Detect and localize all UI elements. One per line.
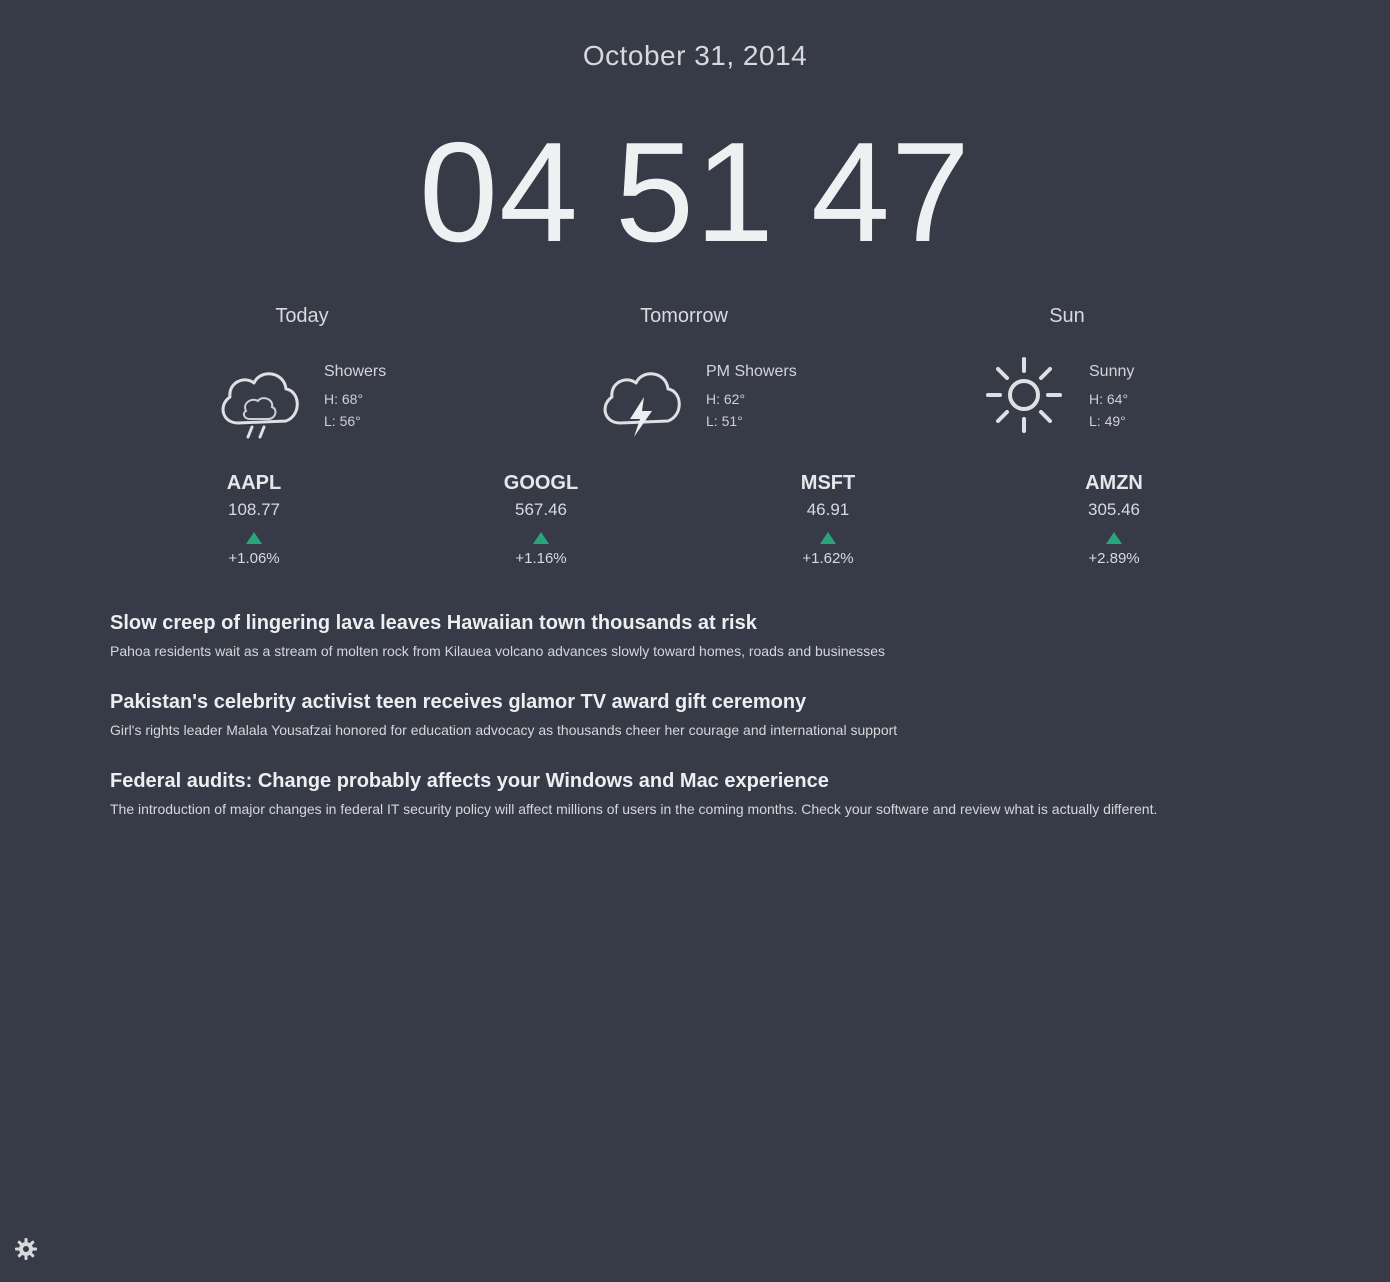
stock-price: 305.46 xyxy=(1088,500,1140,519)
stock-symbol: AAPL xyxy=(226,472,282,494)
stock-change: +2.89% xyxy=(1088,550,1140,567)
stock-symbol: MSFT xyxy=(800,472,856,494)
clock-hours: 04 xyxy=(419,113,580,272)
news-item[interactable]: Slow creep of lingering lava leaves Hawa… xyxy=(110,612,1290,659)
forecast-day-label: Sun xyxy=(1049,305,1085,327)
news-headline[interactable]: Pakistan's celebrity activist teen recei… xyxy=(110,691,1290,714)
stock-ticker-googl: GOOGL 567.46 +1.16% xyxy=(476,472,606,567)
forecast-condition: Sunny xyxy=(1089,363,1135,380)
forecast-low: L: 49° xyxy=(1089,413,1126,429)
forecast-day-label: Today xyxy=(275,305,329,327)
stock-ticker-aapl: AAPL 108.77 +1.06% xyxy=(189,472,319,567)
news-summary: Pahoa residents wait as a stream of molt… xyxy=(110,643,886,659)
forecast-day-label: Tomorrow xyxy=(640,305,728,327)
arrow-up-icon xyxy=(246,532,262,544)
stock-price: 108.77 xyxy=(228,500,280,519)
forecast-tomorrow: Tomorrow PM Showers H: 62° L: 51° xyxy=(564,305,804,445)
gear-icon[interactable] xyxy=(14,1237,38,1261)
clock-minutes: 51 xyxy=(615,113,775,272)
news-summary: Girl's rights leader Malala Yousafzai ho… xyxy=(110,722,898,738)
thunderstorm-cloud-icon xyxy=(603,372,681,437)
forecast-high: H: 62° xyxy=(706,391,746,407)
news-item[interactable]: Pakistan's celebrity activist teen recei… xyxy=(110,691,1290,738)
stock-change: +1.06% xyxy=(228,550,280,567)
clock: 04 51 47 xyxy=(0,118,1390,268)
stock-ticker-msft: MSFT 46.91 +1.62% xyxy=(763,472,893,567)
stock-symbol: GOOGL xyxy=(503,472,579,494)
news-headline[interactable]: Slow creep of lingering lava leaves Hawa… xyxy=(110,612,1290,635)
arrow-up-icon xyxy=(533,532,549,544)
smart-mirror-dashboard: October 31, 2014 04 51 47 Today Showers H:… xyxy=(0,0,1390,1282)
forecast-sun: Sun Sunny H: 64° L: 49° xyxy=(947,305,1187,445)
stock-change: +1.62% xyxy=(802,550,854,567)
stock-ticker-amzn: AMZN 305.46 +2.89% xyxy=(1049,472,1179,567)
forecast-low: L: 51° xyxy=(706,413,743,429)
forecast-condition: Showers xyxy=(324,363,387,380)
news-item[interactable]: Federal audits: Change probably affects … xyxy=(110,770,1290,817)
news-headline[interactable]: Federal audits: Change probably affects … xyxy=(110,770,1290,793)
rain-cloud-icon xyxy=(221,372,299,439)
clock-seconds: 47 xyxy=(810,113,971,272)
current-date: October 31, 2014 xyxy=(582,40,808,71)
forecast-low: L: 56° xyxy=(324,413,361,429)
forecast-condition: PM Showers xyxy=(706,363,797,380)
stock-price: 46.91 xyxy=(806,500,850,519)
stock-symbol: AMZN xyxy=(1085,472,1143,494)
news-summary: The introduction of major changes in fed… xyxy=(110,801,1158,817)
arrow-up-icon xyxy=(820,532,836,544)
forecast-high: H: 68° xyxy=(324,391,364,407)
forecast-high: H: 64° xyxy=(1089,391,1129,407)
arrow-up-icon xyxy=(1106,532,1122,544)
forecast-today: Today Showers H: 68° L: 56° xyxy=(182,305,422,445)
sun-icon xyxy=(986,357,1062,433)
stock-price: 567.46 xyxy=(515,500,567,519)
stock-change: +1.16% xyxy=(515,550,567,567)
